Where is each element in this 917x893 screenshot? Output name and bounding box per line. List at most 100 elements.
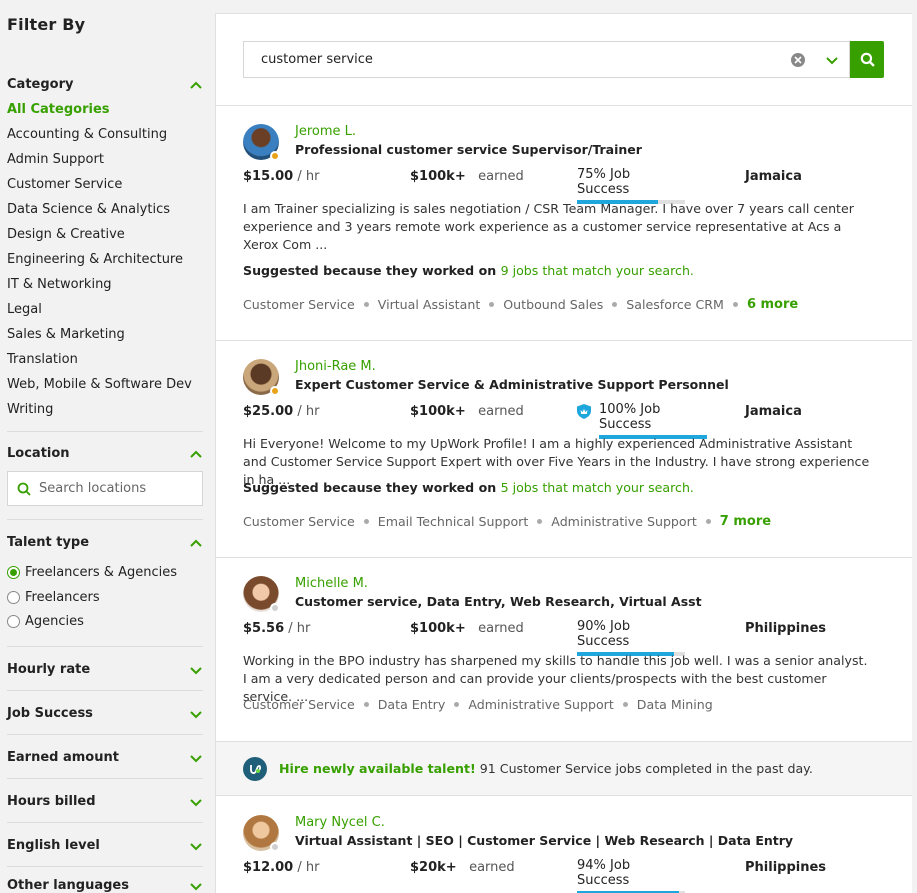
chevron-down-icon[interactable] (189, 751, 203, 765)
search-button[interactable] (850, 41, 884, 78)
skill-tag[interactable]: Customer Service (243, 297, 355, 312)
category-item[interactable]: Legal (7, 300, 192, 325)
earned-amount: $100k+ earned (410, 169, 524, 184)
category-item[interactable]: Data Science & Analytics (7, 200, 192, 225)
talent-type-header[interactable]: Talent type (7, 535, 203, 550)
search-icon (860, 52, 875, 67)
category-item-all[interactable]: All Categories (7, 100, 192, 125)
category-label: Category (7, 77, 74, 92)
avatar[interactable] (243, 576, 280, 613)
freelancer-name[interactable]: Jhoni-Rae M. (295, 359, 376, 374)
country: Philippines (745, 621, 827, 636)
skill-tag[interactable]: Outbound Sales (503, 297, 603, 312)
chevron-down-icon[interactable] (189, 839, 203, 853)
hourly-rate-header[interactable]: Hourly rate (7, 662, 203, 677)
avatar[interactable] (243, 124, 280, 161)
country: Jamaica (745, 404, 802, 419)
chevron-up-icon[interactable] (189, 78, 203, 92)
category-item[interactable]: Accounting & Consulting (7, 125, 192, 150)
freelancer-title[interactable]: Expert Customer Service & Administrative… (295, 377, 729, 392)
search-bar (243, 41, 850, 78)
chevron-up-icon[interactable] (189, 536, 203, 550)
freelancer-card[interactable]: Jhoni-Rae M. Expert Customer Service & A… (216, 340, 912, 557)
skill-tag[interactable]: Administrative Support (551, 514, 696, 529)
skill-tag[interactable]: Administrative Support (468, 697, 613, 712)
avatar[interactable] (243, 815, 280, 852)
category-item[interactable]: IT & Networking (7, 275, 192, 300)
chevron-down-icon[interactable] (189, 663, 203, 677)
divider (7, 431, 203, 432)
matching-jobs-link[interactable]: 5 jobs that match your search. (501, 480, 694, 495)
category-item[interactable]: Design & Creative (7, 225, 192, 250)
more-skills-link[interactable]: 7 more (720, 514, 771, 529)
category-item[interactable]: Engineering & Architecture (7, 250, 192, 275)
location-header[interactable]: Location (7, 446, 203, 461)
search-dropdown-button[interactable] (825, 53, 839, 67)
search-input[interactable] (244, 52, 791, 67)
radio[interactable] (7, 615, 20, 628)
job-success-label: 94% Job Success (577, 858, 631, 888)
freelancer-name[interactable]: Jerome L. (295, 124, 356, 139)
clear-search-button[interactable] (791, 52, 805, 67)
matching-jobs-link[interactable]: 9 jobs that match your search. (501, 263, 694, 278)
skill-tag[interactable]: Virtual Assistant (378, 297, 481, 312)
section-label: Job Success (7, 706, 93, 721)
close-icon (794, 55, 802, 64)
category-item[interactable]: Writing (7, 400, 192, 425)
category-item[interactable]: Translation (7, 350, 192, 375)
skill-tag[interactable]: Customer Service (243, 514, 355, 529)
hourly-rate: $25.00 / hr (243, 404, 320, 419)
avatar[interactable] (243, 359, 280, 396)
skill-tag[interactable]: Customer Service (243, 697, 355, 712)
radio[interactable] (7, 591, 20, 604)
talent-option-freelancers[interactable]: Freelancers (7, 590, 100, 605)
skill-tag[interactable]: Data Mining (637, 697, 713, 712)
freelancer-title[interactable]: Professional customer service Supervisor… (295, 142, 642, 157)
freelancer-title[interactable]: Customer service, Data Entry, Web Resear… (295, 594, 702, 609)
freelancer-name[interactable]: Michelle M. (295, 576, 368, 591)
more-skills-link[interactable]: 6 more (747, 297, 798, 312)
suggestion-text: Suggested because they worked on 5 jobs … (243, 480, 694, 495)
location-search-input[interactable] (39, 481, 189, 496)
skill-tag[interactable]: Email Technical Support (378, 514, 529, 529)
skills-list: Customer Service Virtual Assistant Outbo… (243, 297, 798, 312)
category-item[interactable]: Sales & Marketing (7, 325, 192, 350)
divider (7, 778, 203, 779)
skill-tag[interactable]: Salesforce CRM (626, 297, 724, 312)
category-item[interactable]: Admin Support (7, 150, 192, 175)
country: Jamaica (745, 169, 802, 184)
category-item[interactable]: Customer Service (7, 175, 192, 200)
talent-option-label: Agencies (25, 614, 84, 629)
other-languages-header[interactable]: Other languages (7, 878, 203, 893)
upwork-logo-icon (243, 756, 267, 781)
freelancer-title[interactable]: Virtual Assistant | SEO | Customer Servi… (295, 833, 793, 848)
chevron-up-icon[interactable] (189, 447, 203, 461)
chevron-down-icon (826, 56, 838, 64)
talent-option-agencies[interactable]: Agencies (7, 614, 84, 629)
skill-tag[interactable]: Data Entry (378, 697, 446, 712)
radio-selected[interactable] (7, 566, 20, 579)
earned-amount: $100k+ earned (410, 621, 524, 636)
banner-highlight-link[interactable]: Hire newly available talent! (279, 761, 476, 776)
location-label: Location (7, 446, 70, 461)
category-item[interactable]: Web, Mobile & Software Dev (7, 375, 192, 400)
availability-banner: Hire newly available talent! 91 Customer… (216, 741, 912, 796)
freelancer-card[interactable]: Mary Nycel C. Virtual Assistant | SEO | … (216, 796, 912, 893)
section-label: Other languages (7, 878, 129, 893)
talent-option-freelancers-agencies[interactable]: Freelancers & Agencies (7, 565, 177, 580)
suggestion-text: Suggested because they worked on 9 jobs … (243, 263, 694, 278)
chevron-down-icon[interactable] (189, 879, 203, 893)
freelancer-card[interactable]: Jerome L. Professional customer service … (216, 105, 912, 340)
hours-billed-header[interactable]: Hours billed (7, 794, 203, 809)
freelancer-name[interactable]: Mary Nycel C. (295, 815, 385, 830)
category-header[interactable]: Category (7, 77, 203, 92)
job-success-header[interactable]: Job Success (7, 706, 203, 721)
earned-amount-header[interactable]: Earned amount (7, 750, 203, 765)
status-dot (270, 386, 280, 396)
chevron-down-icon[interactable] (189, 707, 203, 721)
chevron-down-icon[interactable] (189, 795, 203, 809)
job-success: 75% Job Success (577, 167, 685, 204)
english-level-header[interactable]: English level (7, 838, 203, 853)
freelancer-card[interactable]: Michelle M. Customer service, Data Entry… (216, 557, 912, 741)
job-success-label: 100% Job Success (599, 402, 661, 432)
